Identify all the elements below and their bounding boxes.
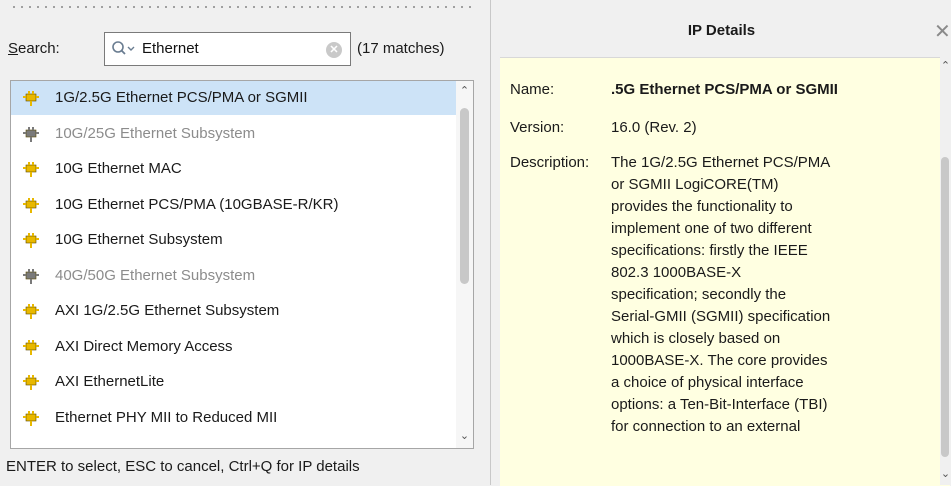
list-item[interactable]: 10G Ethernet Subsystem (11, 223, 457, 257)
description-line: provides the functionality to (611, 198, 793, 215)
scroll-thumb[interactable] (460, 108, 469, 284)
list-item[interactable]: 40G/50G Ethernet Subsystem (11, 259, 457, 293)
description-line: which is closely based on (611, 330, 781, 347)
list-item[interactable]: 10G Ethernet PCS/PMA (10GBASE-R/KR) (11, 188, 457, 222)
ip-core-icon (23, 339, 39, 355)
search-row: Search: Ethernet ✕ (17 matches) (0, 20, 484, 80)
list-item-label: 1G/2.5G Ethernet PCS/PMA or SGMII (55, 89, 308, 106)
search-input[interactable]: Ethernet ✕ (104, 32, 351, 66)
search-pane: Search: Ethernet ✕ (17 matches) 1G/2.5G … (0, 0, 484, 485)
list-item[interactable]: AXI Direct Memory Access (11, 330, 457, 364)
description-line: implement one of two different (611, 220, 812, 237)
version-value: 16.0 (Rev. 2) (611, 119, 697, 136)
list-item-label: 40G/50G Ethernet Subsystem (55, 266, 256, 284)
description-line: 1000BASE-X. The core provides (611, 352, 828, 369)
match-count: (17 matches) (357, 40, 445, 57)
list-item[interactable]: AXI EthernetLite (11, 365, 457, 399)
description-line: a choice of physical interface (611, 374, 804, 391)
list-item-label: 10G/25G Ethernet Subsystem (55, 124, 256, 142)
description-line: specifications: firstly the IEEE (611, 242, 808, 259)
description-label: Description: (510, 154, 590, 171)
ip-catalog-popup: Search: Ethernet ✕ (17 matches) 1G/2.5G … (0, 0, 951, 486)
list-item-label: AXI Direct Memory Access (55, 337, 233, 355)
ip-core-icon (23, 268, 39, 284)
results-scrollbar[interactable]: ⌃ ⌄ (456, 81, 473, 448)
scroll-down-icon[interactable]: ⌄ (940, 467, 951, 480)
list-item-label: 10G Ethernet Subsystem (55, 231, 223, 248)
results-list: 1G/2.5G Ethernet PCS/PMA or SGMII 10G/25G… (10, 80, 474, 449)
name-label: Name: (510, 81, 555, 98)
list-item[interactable]: 10G/25G Ethernet Subsystem (11, 117, 457, 151)
scroll-thumb[interactable] (941, 157, 949, 457)
ip-core-icon (23, 162, 39, 177)
list-item[interactable]: 10G Ethernet MAC (11, 152, 457, 186)
details-title: IP Details (687, 22, 756, 39)
ip-core-icon (23, 197, 39, 213)
details-content: Name: .5G Ethernet PCS/PMA or SGMII Vers… (500, 57, 950, 486)
drag-grip[interactable] (10, 4, 474, 10)
scroll-up-icon[interactable]: ⌃ (459, 86, 470, 97)
ip-core-icon (23, 375, 39, 390)
list-item[interactable]: 1G/2.5G Ethernet PCS/PMA or SGMII (11, 81, 457, 115)
list-item[interactable]: AXI 1G/2.5G Ethernet Subsystem (11, 294, 457, 328)
description-line: 802.3 1000BASE-X (611, 264, 742, 281)
scroll-down-icon[interactable]: ⌄ (459, 431, 470, 442)
list-item[interactable]: Ethernet PHY MII to Reduced MII (11, 401, 457, 435)
description-line: options: a Ten-Bit-Interface (TBI) (611, 396, 828, 413)
description-line: or SGMII LogiCORE(TM) (611, 176, 779, 193)
scroll-up-icon[interactable]: ⌃ (940, 59, 951, 72)
status-bar: ENTER to select, ESC to cancel, Ctrl+Q f… (6, 458, 360, 475)
list-item-label: 10G Ethernet PCS/PMA (10GBASE-R/KR) (55, 195, 339, 213)
ip-core-icon (23, 233, 39, 248)
list-item-label: AXI EthernetLite (55, 373, 165, 390)
ip-core-icon (23, 126, 39, 142)
list-item-label: 10G Ethernet MAC (55, 160, 182, 177)
ip-core-icon (23, 304, 39, 319)
search-value: Ethernet (142, 40, 199, 57)
description-line: for connection to an external (611, 418, 801, 435)
details-scrollbar[interactable]: ⌃ ⌄ (940, 57, 951, 485)
description-text: The 1G/2.5G Ethernet PCS/PMA or SGMII Log… (611, 152, 917, 438)
search-label: Search: (8, 40, 60, 57)
list-item-label: Ethernet PHY MII to Reduced MII (55, 408, 278, 426)
description-line: The 1G/2.5G Ethernet PCS/PMA (611, 154, 831, 171)
close-icon[interactable]: ✕ (934, 19, 951, 44)
list-item-label: AXI 1G/2.5G Ethernet Subsystem (55, 302, 280, 319)
search-icon[interactable] (111, 40, 137, 58)
description-line: Serial-GMII (SGMII) specification (611, 308, 831, 325)
name-value: .5G Ethernet PCS/PMA or SGMII (611, 81, 838, 98)
ip-core-icon (23, 91, 39, 106)
clear-icon[interactable]: ✕ (326, 42, 342, 58)
ip-core-icon (23, 410, 39, 426)
version-label: Version: (510, 119, 565, 136)
description-line: specification; secondly the (611, 286, 787, 303)
